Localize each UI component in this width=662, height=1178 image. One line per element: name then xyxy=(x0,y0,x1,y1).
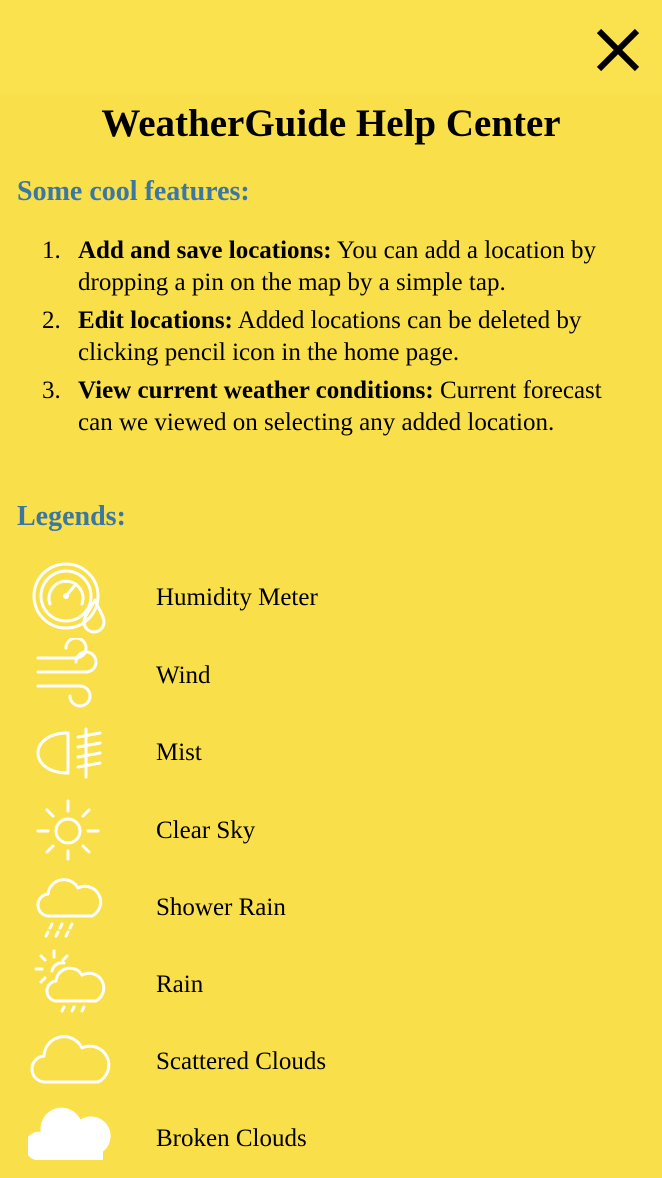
legend-label: Wind xyxy=(156,662,211,689)
legend-row-wind: Wind xyxy=(0,638,662,715)
features-heading: Some cool features: xyxy=(17,176,250,207)
clear-sky-icon xyxy=(36,799,100,861)
legend-label: Shower Rain xyxy=(156,894,286,921)
list-number: 2. xyxy=(42,307,61,334)
page-title: WeatherGuide Help Center xyxy=(101,102,561,145)
mist-icon xyxy=(36,727,102,779)
legend-row-humidity-meter: Humidity Meter xyxy=(0,560,662,637)
wind-icon xyxy=(36,638,98,708)
legend-label: Broken Clouds xyxy=(156,1125,307,1152)
list-number: 1. xyxy=(42,237,61,264)
rain-icon xyxy=(34,949,106,1013)
legend-label: Clear Sky xyxy=(156,817,256,844)
legend-row-shower-rain: Shower Rain xyxy=(0,870,662,947)
legend-row-clear-sky: Clear Sky xyxy=(0,793,662,870)
legend-row-scattered-clouds: Scattered Clouds xyxy=(0,1024,662,1101)
close-icon[interactable] xyxy=(592,24,644,76)
list-item: 3. View current weather conditions: Curr… xyxy=(0,375,662,439)
features-list: 1. Add and save locations: You can add a… xyxy=(0,235,662,445)
feature-title: View current weather conditions: xyxy=(78,377,434,404)
legend-row-broken-clouds: Broken Clouds xyxy=(0,1101,662,1178)
feature-title: Edit locations: xyxy=(78,307,233,334)
shower-rain-icon xyxy=(36,878,103,938)
list-item: 1. Add and save locations: You can add a… xyxy=(0,235,662,299)
legends-heading: Legends: xyxy=(17,501,126,532)
legend-label: Rain xyxy=(156,971,204,998)
legend-label: Scattered Clouds xyxy=(156,1048,327,1075)
list-number: 3. xyxy=(42,377,61,404)
legend-row-rain: Rain xyxy=(0,947,662,1024)
humidity-meter-icon xyxy=(32,562,106,634)
feature-title: Add and save locations: xyxy=(78,237,332,264)
list-item: 2. Edit locations: Added locations can b… xyxy=(0,305,662,369)
legend-label: Mist xyxy=(156,739,202,766)
legend-row-mist: Mist xyxy=(0,715,662,792)
scattered-clouds-icon xyxy=(30,1035,111,1084)
top-bar xyxy=(0,0,662,94)
broken-clouds-icon xyxy=(28,1107,111,1160)
legend-label: Humidity Meter xyxy=(156,584,318,611)
